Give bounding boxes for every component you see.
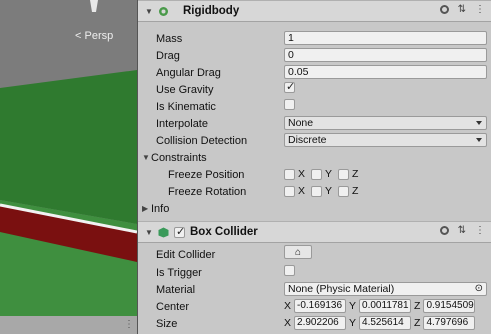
box-collider-fold-icon[interactable]: ▼ bbox=[145, 228, 155, 237]
perspective-label[interactable]: < Persp bbox=[75, 30, 113, 42]
collision-detection-row: Collision Detection Discrete bbox=[138, 132, 491, 149]
freeze-rotation-y-checkbox[interactable] bbox=[311, 185, 323, 197]
is-trigger-label: Is Trigger bbox=[156, 266, 202, 279]
material-field[interactable]: None (Physic Material) ⊙ bbox=[284, 282, 487, 296]
center-z-label: Z bbox=[414, 300, 421, 312]
rigidbody-title: Rigidbody bbox=[183, 5, 240, 17]
collision-detection-dropdown[interactable]: Discrete bbox=[284, 133, 487, 147]
freeze-position-z-checkbox[interactable] bbox=[338, 168, 350, 180]
info-label: Info bbox=[151, 202, 170, 215]
center-x-label: X bbox=[284, 300, 292, 312]
drag-row: Drag 0 bbox=[138, 47, 491, 64]
size-z-label: Z bbox=[414, 317, 421, 329]
is-kinematic-row: Is Kinematic bbox=[138, 98, 491, 115]
material-value: None (Physic Material) bbox=[288, 283, 395, 295]
box-collider-header[interactable]: ▼ Box Collider ⇅ ⋮ bbox=[138, 221, 491, 243]
more-icon[interactable]: ⋮ bbox=[475, 4, 485, 15]
is-kinematic-label: Is Kinematic bbox=[156, 100, 216, 113]
inspector-panel: ▼ Rigidbody ⇅ ⋮ Mass 1 Drag 0 Angular Dr… bbox=[138, 0, 491, 334]
mass-label: Mass bbox=[156, 32, 183, 45]
more-icon[interactable]: ⋮ bbox=[475, 225, 485, 236]
freeze-position-row: Freeze Position X Y Z bbox=[138, 166, 491, 183]
angular-drag-row: Angular Drag 0.05 bbox=[138, 64, 491, 81]
box-collider-icon bbox=[158, 227, 169, 238]
edit-collider-row: Edit Collider ⌂ bbox=[138, 245, 491, 263]
chevron-down-icon bbox=[476, 138, 482, 142]
freeze-position-y-checkbox[interactable] bbox=[311, 168, 323, 180]
interpolate-row: Interpolate None bbox=[138, 115, 491, 132]
scene-canvas[interactable] bbox=[0, 0, 137, 334]
size-y-label: Y bbox=[349, 317, 357, 329]
center-x-field[interactable]: -0.169136 bbox=[294, 299, 347, 313]
freeze-rotation-y-label: Y bbox=[325, 185, 333, 197]
interpolate-dropdown[interactable]: None bbox=[284, 116, 487, 130]
center-row: Center X -0.169136 Y 0.0011781 Z 0.91545… bbox=[138, 298, 491, 315]
use-gravity-row: Use Gravity bbox=[138, 80, 491, 98]
collision-detection-value: Discrete bbox=[288, 134, 327, 146]
freeze-position-x-label: X bbox=[298, 168, 306, 180]
perspective-icon: < bbox=[75, 30, 82, 42]
freeze-rotation-z-label: Z bbox=[352, 185, 359, 197]
freeze-position-z-label: Z bbox=[352, 168, 359, 180]
collision-detection-label: Collision Detection bbox=[156, 134, 248, 147]
mass-field[interactable]: 1 bbox=[284, 31, 487, 45]
scene-bottom-handle-icon[interactable]: ⋮ bbox=[124, 319, 134, 330]
scene-view[interactable]: < Persp ⋮ bbox=[0, 0, 138, 334]
settings-icon[interactable]: ⇅ bbox=[458, 4, 466, 15]
material-label: Material bbox=[156, 283, 196, 296]
center-label: Center bbox=[156, 300, 190, 313]
info-row[interactable]: ▶ Info bbox=[138, 200, 491, 217]
size-label: Size bbox=[156, 317, 178, 330]
interpolate-label: Interpolate bbox=[156, 117, 208, 130]
freeze-rotation-x-checkbox[interactable] bbox=[284, 185, 295, 197]
drag-label: Drag bbox=[156, 49, 180, 62]
mass-row: Mass 1 bbox=[138, 30, 491, 47]
box-collider-enabled-checkbox[interactable] bbox=[174, 225, 185, 238]
center-z-field[interactable]: 0.9154509 bbox=[423, 299, 476, 313]
size-y-field[interactable]: 4.525614 bbox=[359, 316, 412, 330]
center-y-label: Y bbox=[349, 300, 357, 312]
info-fold-icon[interactable]: ▶ bbox=[142, 204, 148, 213]
scene-bottom-bar bbox=[0, 316, 137, 334]
freeze-position-label: Freeze Position bbox=[168, 168, 245, 181]
use-gravity-checkbox[interactable] bbox=[284, 80, 295, 93]
is-trigger-row: Is Trigger bbox=[138, 264, 491, 281]
interpolate-value: None bbox=[288, 117, 314, 129]
size-x-field[interactable]: 2.902206 bbox=[294, 316, 347, 330]
angular-drag-field[interactable]: 0.05 bbox=[284, 65, 487, 79]
freeze-rotation-z-checkbox[interactable] bbox=[338, 185, 350, 197]
rigidbody-header[interactable]: ▼ Rigidbody ⇅ ⋮ bbox=[138, 0, 491, 22]
freeze-rotation-x-label: X bbox=[298, 185, 306, 197]
size-x-label: X bbox=[284, 317, 292, 329]
freeze-rotation-row: Freeze Rotation X Y Z bbox=[138, 183, 491, 200]
freeze-position-x-checkbox[interactable] bbox=[284, 168, 295, 180]
center-y-field[interactable]: 0.0011781 bbox=[359, 299, 412, 313]
is-trigger-checkbox[interactable] bbox=[284, 265, 295, 276]
freeze-position-y-label: Y bbox=[325, 168, 333, 180]
edit-collider-label: Edit Collider bbox=[156, 248, 216, 261]
object-picker-icon[interactable]: ⊙ bbox=[475, 283, 483, 295]
constraints-label: Constraints bbox=[151, 151, 207, 164]
use-gravity-label: Use Gravity bbox=[156, 83, 214, 96]
help-icon[interactable] bbox=[439, 5, 449, 14]
edit-collider-button[interactable]: ⌂ bbox=[284, 245, 312, 259]
settings-icon[interactable]: ⇅ bbox=[458, 225, 466, 236]
constraints-fold-icon[interactable]: ▼ bbox=[142, 153, 150, 162]
rigidbody-icon bbox=[158, 6, 169, 17]
chevron-down-icon bbox=[476, 121, 482, 125]
rigidbody-fold-icon[interactable]: ▼ bbox=[145, 7, 155, 16]
angular-drag-label: Angular Drag bbox=[156, 66, 221, 79]
edit-collider-icon: ⌂ bbox=[294, 246, 302, 258]
size-row: Size X 2.902206 Y 4.525614 Z 4.797696 bbox=[138, 315, 491, 332]
size-z-field[interactable]: 4.797696 bbox=[423, 316, 476, 330]
freeze-rotation-label: Freeze Rotation bbox=[168, 185, 247, 198]
material-row: Material None (Physic Material) ⊙ bbox=[138, 281, 491, 298]
drag-field[interactable]: 0 bbox=[284, 48, 487, 62]
help-icon[interactable] bbox=[439, 226, 449, 235]
is-kinematic-checkbox[interactable] bbox=[284, 99, 295, 110]
box-collider-title: Box Collider bbox=[190, 226, 258, 238]
constraints-row[interactable]: ▼ Constraints bbox=[138, 149, 491, 166]
scene-ground bbox=[0, 70, 137, 224]
